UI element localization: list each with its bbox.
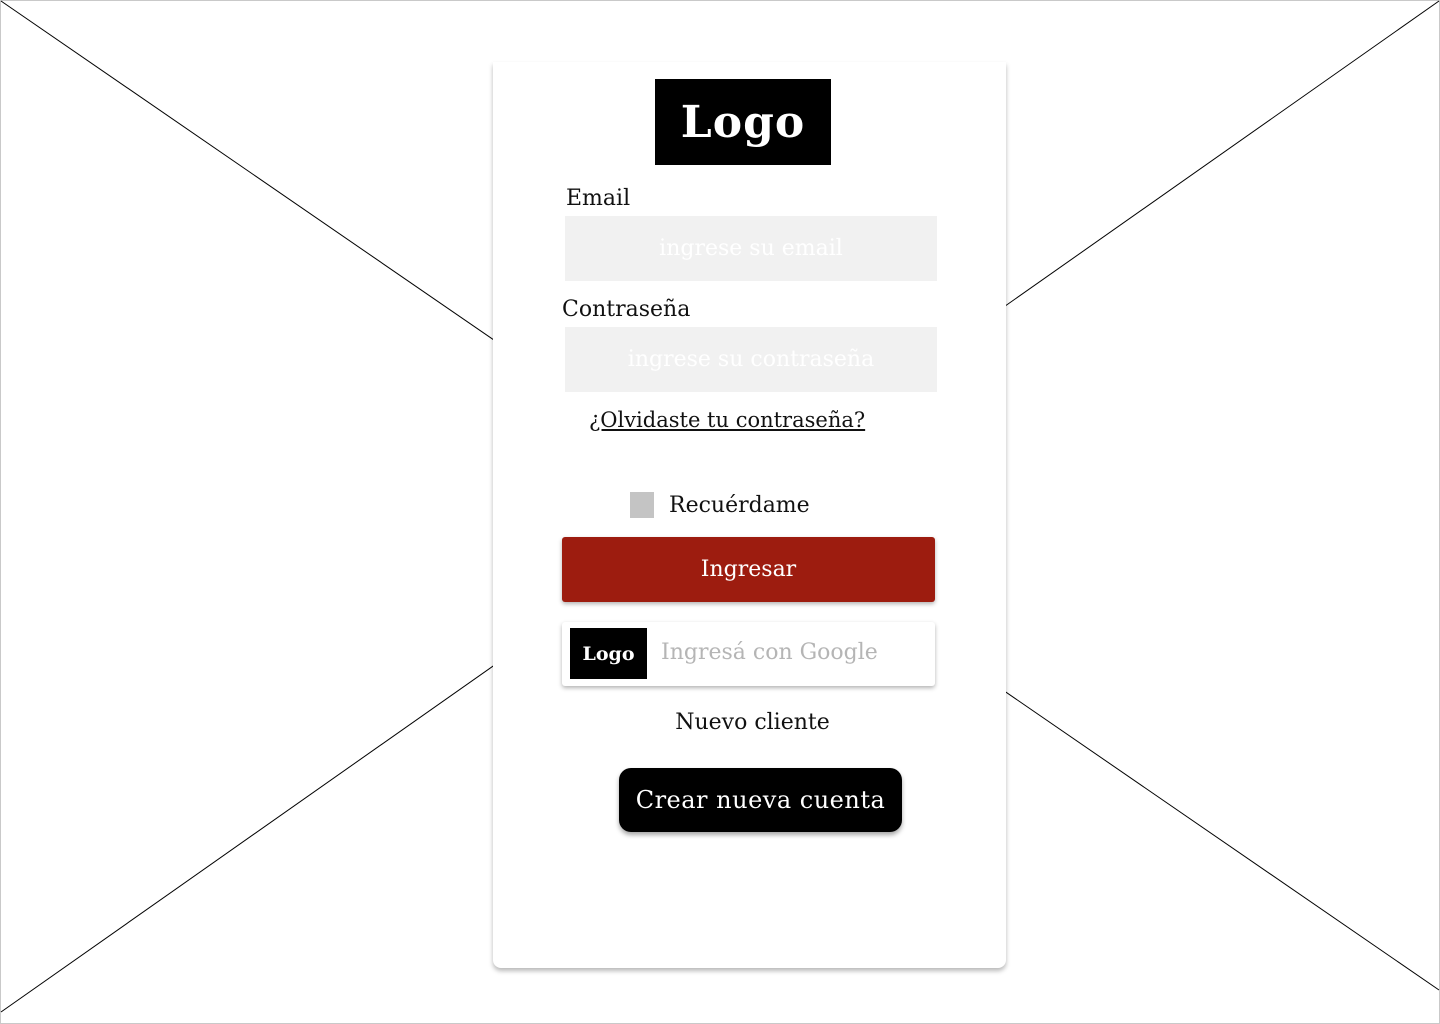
login-card: Logo Email Contraseña ¿Olvidaste tu cont… <box>493 62 1006 968</box>
password-input[interactable] <box>565 327 937 392</box>
google-logo: Logo <box>570 628 647 679</box>
create-account-button[interactable]: Crear nueva cuenta <box>619 768 902 832</box>
password-label: Contraseña <box>562 297 691 322</box>
logo: Logo <box>655 79 831 165</box>
remember-checkbox[interactable] <box>630 492 654 518</box>
remember-me[interactable]: Recuérdame <box>630 492 810 518</box>
new-client-label: Nuevo cliente <box>675 710 830 735</box>
forgot-password-link[interactable]: ¿Olvidaste tu contraseña? <box>589 408 865 432</box>
email-label: Email <box>566 186 631 211</box>
google-login-label: Ingresá con Google <box>661 640 878 665</box>
email-input[interactable] <box>565 216 937 281</box>
remember-label: Recuérdame <box>669 492 810 518</box>
google-login-button[interactable]: Logo Ingresá con Google <box>562 622 935 686</box>
login-button[interactable]: Ingresar <box>562 537 935 602</box>
